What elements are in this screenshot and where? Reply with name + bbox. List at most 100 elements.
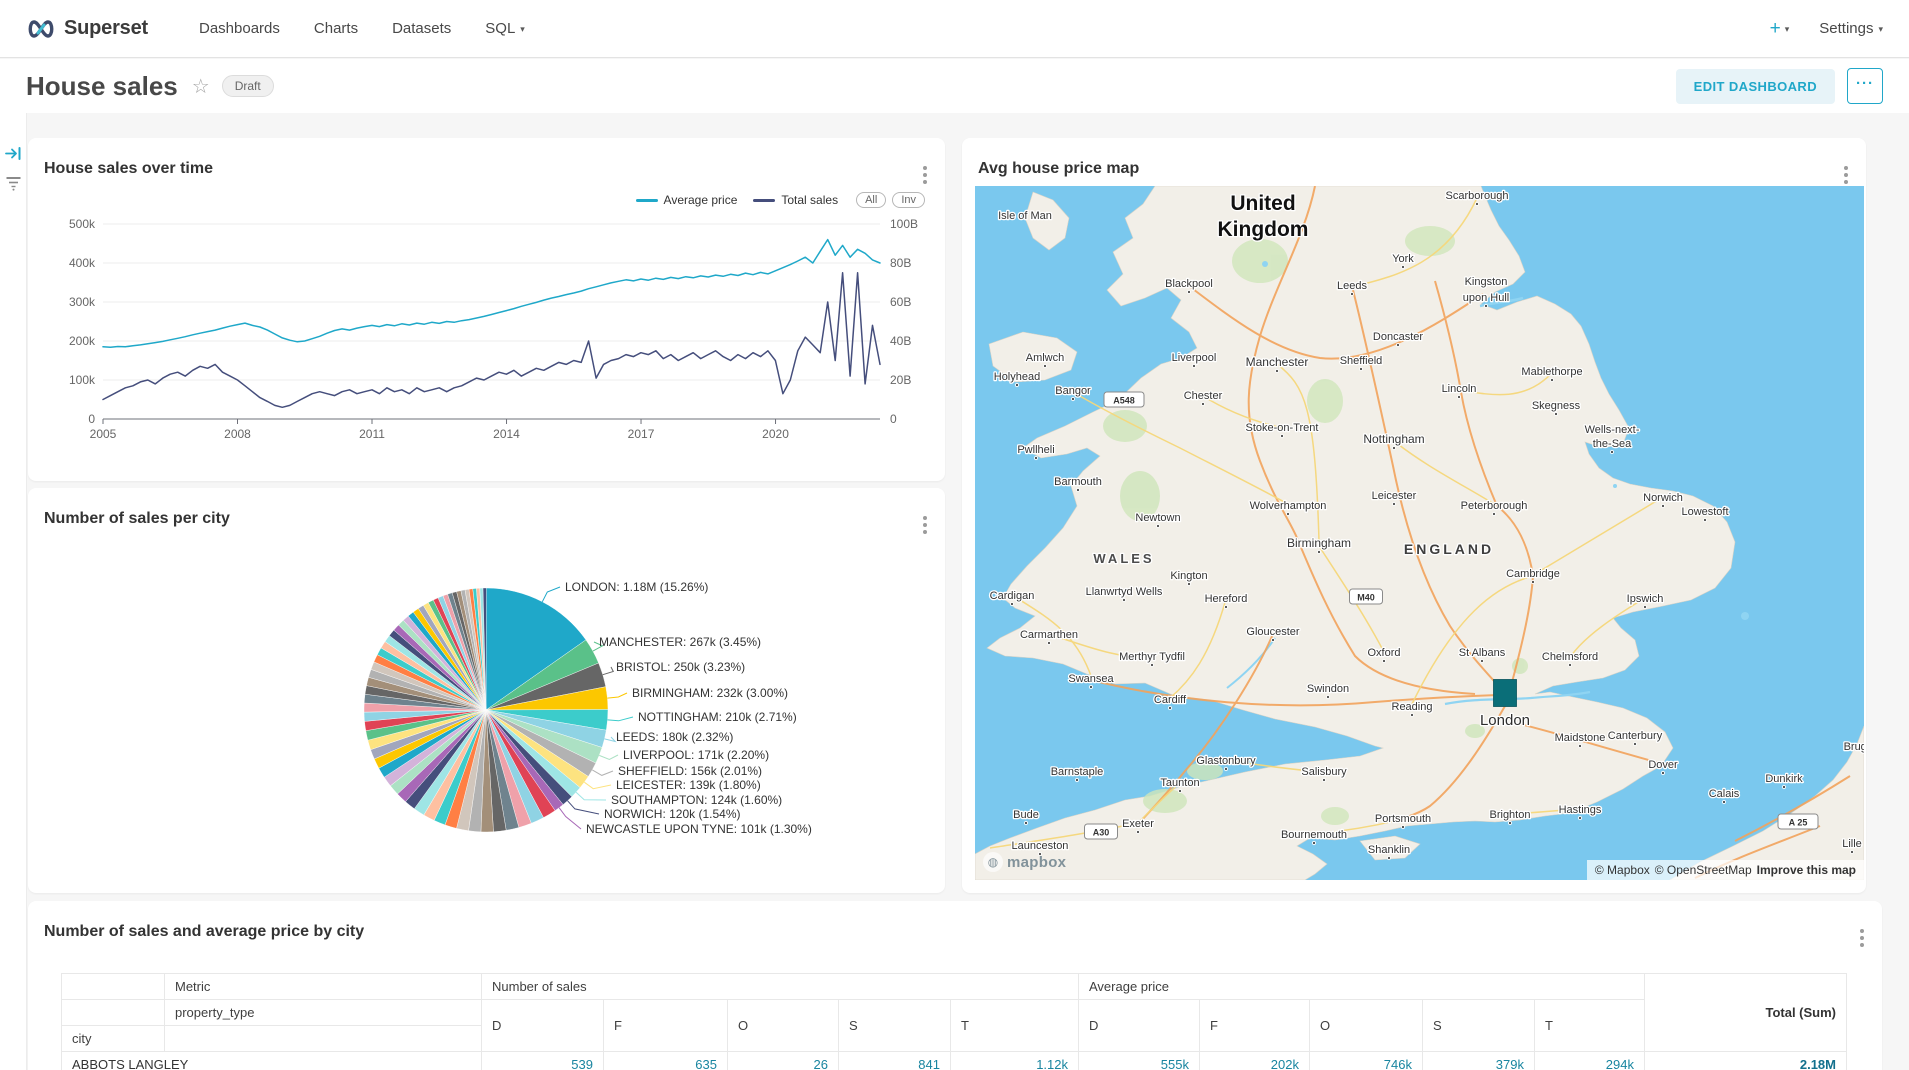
map-place-label: Bangor (1055, 385, 1091, 397)
map-place-label: Portsmouth (1375, 813, 1431, 825)
filter-list-icon[interactable] (5, 175, 22, 191)
svg-text:40B: 40B (890, 334, 911, 348)
svg-text:0: 0 (890, 412, 897, 426)
legend-item-average-price[interactable]: Average price (636, 193, 738, 207)
pie-label: BIRMINGHAM: 232k (3.00%) (632, 686, 788, 700)
pivot-subcolumn-header: T (1535, 1000, 1645, 1052)
improve-map-link[interactable]: Improve this map (1757, 863, 1856, 877)
map-place-label: Launceston (1012, 840, 1069, 852)
map-place-label: Leicester (1372, 490, 1417, 502)
map-place-label: Peterborough (1461, 500, 1528, 512)
svg-text:200k: 200k (69, 334, 96, 348)
mapbox-logo-icon: ◍ (983, 852, 1003, 872)
pie-label: LEICESTER: 139k (1.80%) (616, 778, 761, 792)
map-place-label: Doncaster (1373, 331, 1423, 343)
map-place-label: Lille (1842, 838, 1862, 850)
map-place-label: Swindon (1307, 683, 1349, 695)
map-place-label: Mablethorpe (1521, 366, 1582, 378)
dashboard-header: House sales ☆ Draft EDIT DASHBOARD ··· (0, 59, 1909, 113)
map-place-label: WALES (1093, 551, 1154, 566)
mapbox-attribution-link[interactable]: © Mapbox (1595, 863, 1650, 877)
svg-text:80B: 80B (890, 256, 911, 270)
legend-item-total-sales[interactable]: Total sales (753, 193, 838, 207)
pivot-subcolumn-header: S (839, 1000, 951, 1052)
legend-pill-inv[interactable]: Inv (892, 192, 925, 208)
pivot-value-cell: 539 (482, 1052, 604, 1070)
map-place-label: Exeter (1122, 818, 1154, 830)
pivot-subcolumn-header: S (1423, 1000, 1535, 1052)
pie-label: NOTTINGHAM: 210k (2.71%) (638, 710, 797, 724)
nav-item-datasets[interactable]: Datasets (392, 20, 451, 37)
pivot-total-cell: 2.18M (1645, 1052, 1847, 1070)
map-place-label: Newtown (1135, 512, 1180, 524)
map-place-label: Hastings (1559, 804, 1602, 816)
pivot-header-cell (62, 974, 165, 1000)
map-price-marker[interactable] (1494, 680, 1517, 707)
svg-text:A30: A30 (1093, 828, 1110, 838)
svg-text:0: 0 (88, 412, 95, 426)
pie-label: LIVERPOOL: 171k (2.20%) (623, 748, 769, 762)
map-place-label: Reading (1392, 701, 1433, 713)
map-place-label: St Albans (1459, 647, 1506, 659)
map-place-label: Cambridge (1506, 568, 1560, 580)
pie-chart-canvas[interactable]: LONDON: 1.18M (15.26%)MANCHESTER: 267k (… (28, 488, 945, 893)
new-item-button[interactable]: + ▾ (1770, 18, 1790, 40)
chart-card-house-sales-over-time: House sales over time Average priceTotal… (28, 138, 945, 481)
pivot-metric-header: Metric (165, 974, 482, 1000)
pivot-value-cell: 746k (1310, 1052, 1423, 1070)
svg-text:M40: M40 (1357, 593, 1375, 603)
chart-menu-kebab-icon[interactable] (1856, 925, 1868, 951)
chart-title: Number of sales and average price by cit… (44, 923, 364, 941)
chart-menu-kebab-icon[interactable] (919, 162, 931, 188)
superset-brand[interactable]: Superset (26, 17, 148, 40)
map-place-label: ENGLAND (1404, 541, 1494, 557)
map-place-label: Wolverhampton (1250, 500, 1327, 512)
pivot-value-cell: 26 (728, 1052, 839, 1070)
line-chart-canvas[interactable]: 00100k20B200k40B300k60B400k80B500k100B20… (28, 138, 945, 481)
svg-text:2017: 2017 (628, 427, 655, 441)
legend-label: Total sales (781, 193, 838, 207)
page-title: House sales (26, 71, 178, 102)
svg-text:2014: 2014 (493, 427, 520, 441)
chart-menu-kebab-icon[interactable] (1840, 162, 1852, 188)
map-place-label: Skegness (1532, 400, 1581, 412)
map-place-label: Swansea (1068, 673, 1114, 685)
dashboard-more-button[interactable]: ··· (1847, 68, 1883, 104)
map-place-label: Barnstaple (1051, 766, 1104, 778)
pivot-row-label: ABBOTS LANGLEY (62, 1052, 482, 1070)
chart-card-sales-table: Number of sales and average price by cit… (28, 901, 1882, 1070)
map-canvas[interactable]: A548M40A30A 25 Isle of ManUnitedKingdomS… (975, 186, 1864, 880)
map-place-label: Dover (1648, 759, 1678, 771)
edit-dashboard-button[interactable]: EDIT DASHBOARD (1676, 69, 1835, 104)
svg-text:100k: 100k (69, 373, 96, 387)
settings-menu[interactable]: Settings ▾ (1819, 20, 1883, 37)
pivot-city-header: city (62, 1026, 165, 1052)
expand-filter-bar-icon[interactable] (5, 146, 22, 161)
nav-item-dashboards[interactable]: Dashboards (199, 20, 280, 37)
pivot-subcolumn-header: D (1079, 1000, 1200, 1052)
nav-item-sql[interactable]: SQL▾ (485, 20, 525, 37)
map-place-label: Merthyr Tydfil (1119, 651, 1185, 663)
svg-text:2020: 2020 (762, 427, 789, 441)
status-badge: Draft (222, 75, 274, 97)
pie-label: BRISTOL: 250k (3.23%) (616, 660, 745, 674)
nav-item-charts[interactable]: Charts (314, 20, 358, 37)
legend-pill-all[interactable]: All (856, 192, 886, 208)
map-place-label: Birmingham (1287, 536, 1351, 550)
chart-title: Avg house price map (978, 160, 1139, 178)
chart-menu-kebab-icon[interactable] (919, 512, 931, 538)
mapbox-logo[interactable]: ◍ mapbox (983, 852, 1066, 872)
favorite-star-icon[interactable]: ☆ (192, 74, 210, 99)
pie-label: MANCHESTER: 267k (3.45%) (599, 635, 761, 649)
pivot-subcolumn-header: O (1310, 1000, 1423, 1052)
map-place-label: Canterbury (1608, 730, 1663, 742)
osm-attribution-link[interactable]: © OpenStreetMap (1655, 863, 1752, 877)
map-place-label: Stoke-on-Trent (1246, 422, 1319, 434)
map-place-label: Carmarthen (1020, 629, 1078, 641)
map-place-label: Brighton (1490, 809, 1531, 821)
pivot-value-cell: 294k (1535, 1052, 1645, 1070)
pie-label: SHEFFIELD: 156k (2.01%) (618, 764, 762, 778)
map-place-label: Chester (1184, 390, 1223, 402)
map-place-label: Gloucester (1246, 626, 1300, 638)
pie-label: NEWCASTLE UPON TYNE: 101k (1.30%) (586, 822, 812, 836)
